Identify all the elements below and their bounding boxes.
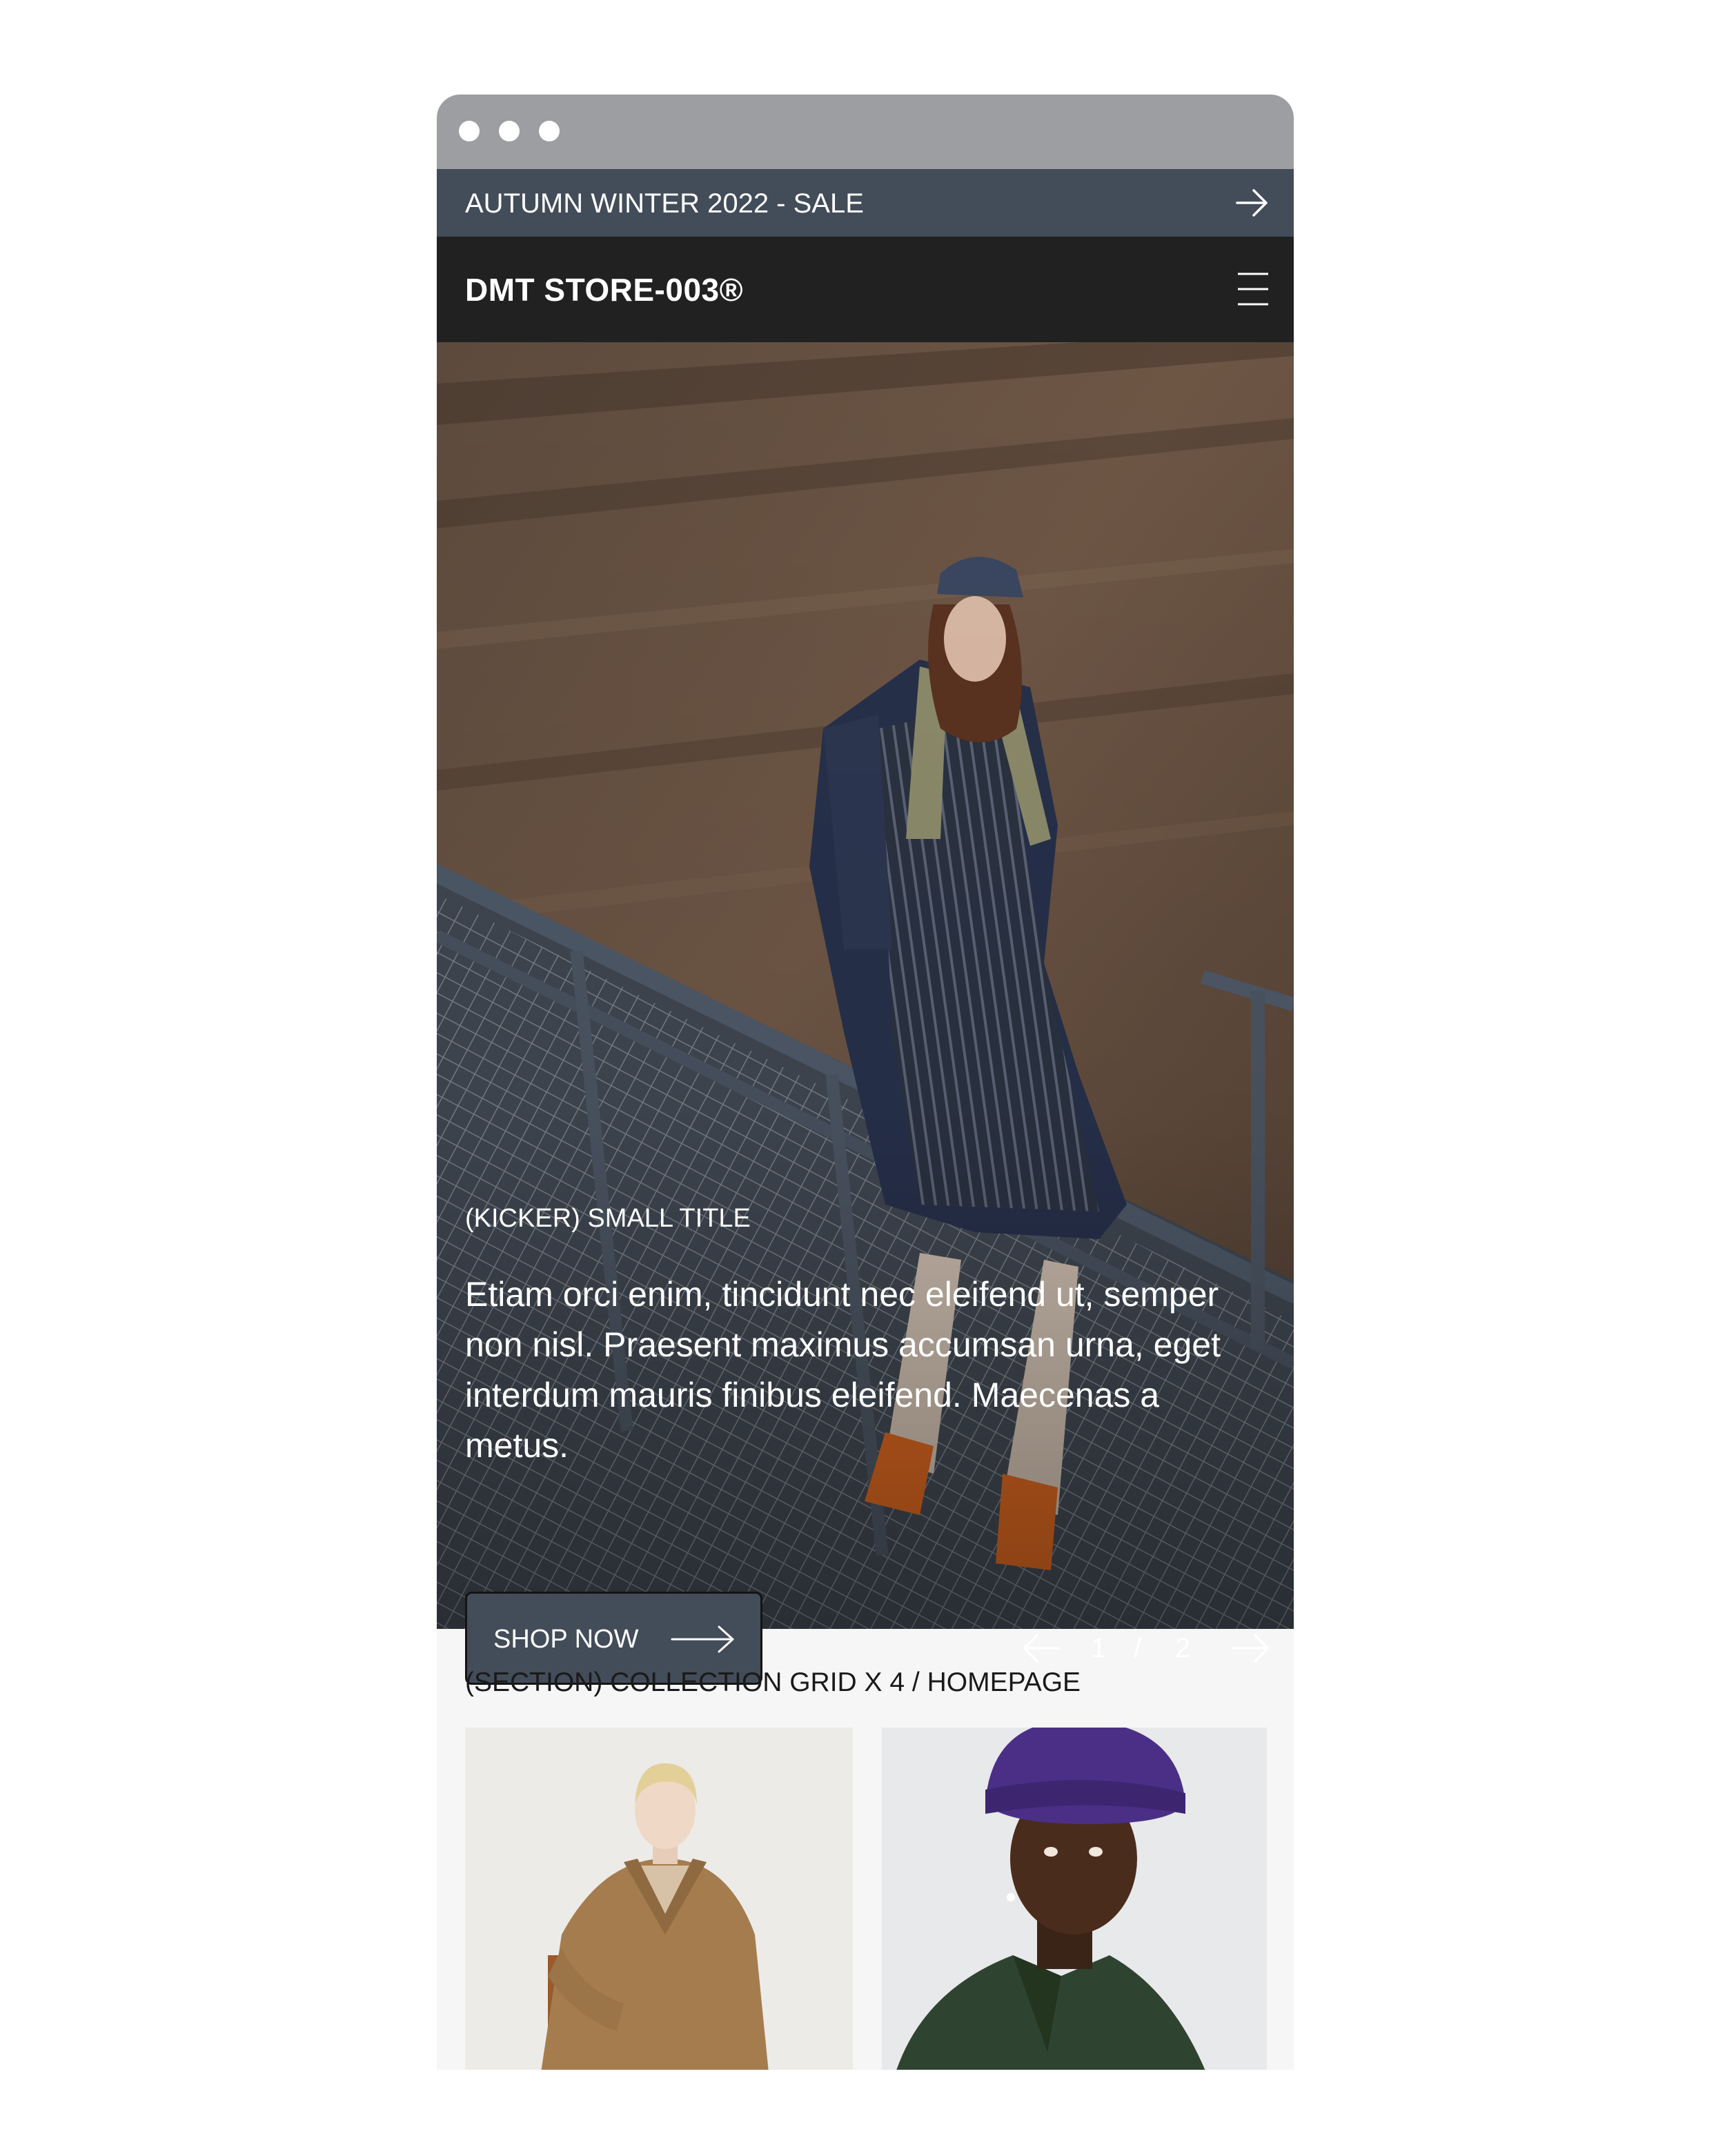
pager-separator: /: [1134, 1633, 1142, 1663]
arrow-right-icon: [671, 1625, 734, 1653]
hero-slideshow: (KICKER) SMALL TITLE Etiam orci enim, ti…: [437, 342, 1294, 1629]
hero-description: Etiam orci enim, tincidunt nec eleifend …: [465, 1275, 1221, 1465]
collection-image-beanie: [882, 1728, 1267, 2070]
shop-now-label: SHOP NOW: [493, 1625, 639, 1654]
window-minimize-dot[interactable]: [499, 121, 520, 141]
pager-total: 2: [1175, 1633, 1191, 1663]
slideshow-pager: 1 / 2: [1022, 1630, 1270, 1668]
hero-kicker: (KICKER) SMALL TITLE: [465, 1204, 751, 1233]
collection-card[interactable]: [465, 1728, 853, 2070]
announcement-bar[interactable]: AUTUMN WINTER 2022 - SALE: [437, 169, 1294, 237]
hamburger-menu-icon[interactable]: [1236, 271, 1270, 307]
window-titlebar: [437, 95, 1294, 169]
arrow-right-icon[interactable]: [1232, 1632, 1270, 1664]
pager-current: 1: [1091, 1633, 1107, 1663]
store-logo[interactable]: DMT STORE-003®: [465, 273, 743, 307]
announcement-text: AUTUMN WINTER 2022 - SALE: [465, 188, 864, 219]
window-close-dot[interactable]: [459, 121, 480, 141]
browser-window: AUTUMN WINTER 2022 - SALE DMT STORE-003®: [437, 95, 1294, 2070]
site-header: DMT STORE-003®: [437, 237, 1294, 342]
arrow-right-icon[interactable]: [1234, 186, 1270, 219]
window-maximize-dot[interactable]: [539, 121, 560, 141]
collection-card[interactable]: [882, 1728, 1267, 2070]
collection-section-title: (SECTION) COLLECTION GRID X 4 / HOMEPAGE: [465, 1668, 1081, 1697]
arrow-left-icon[interactable]: [1022, 1632, 1061, 1664]
collection-image-sweater: [465, 1728, 853, 2070]
